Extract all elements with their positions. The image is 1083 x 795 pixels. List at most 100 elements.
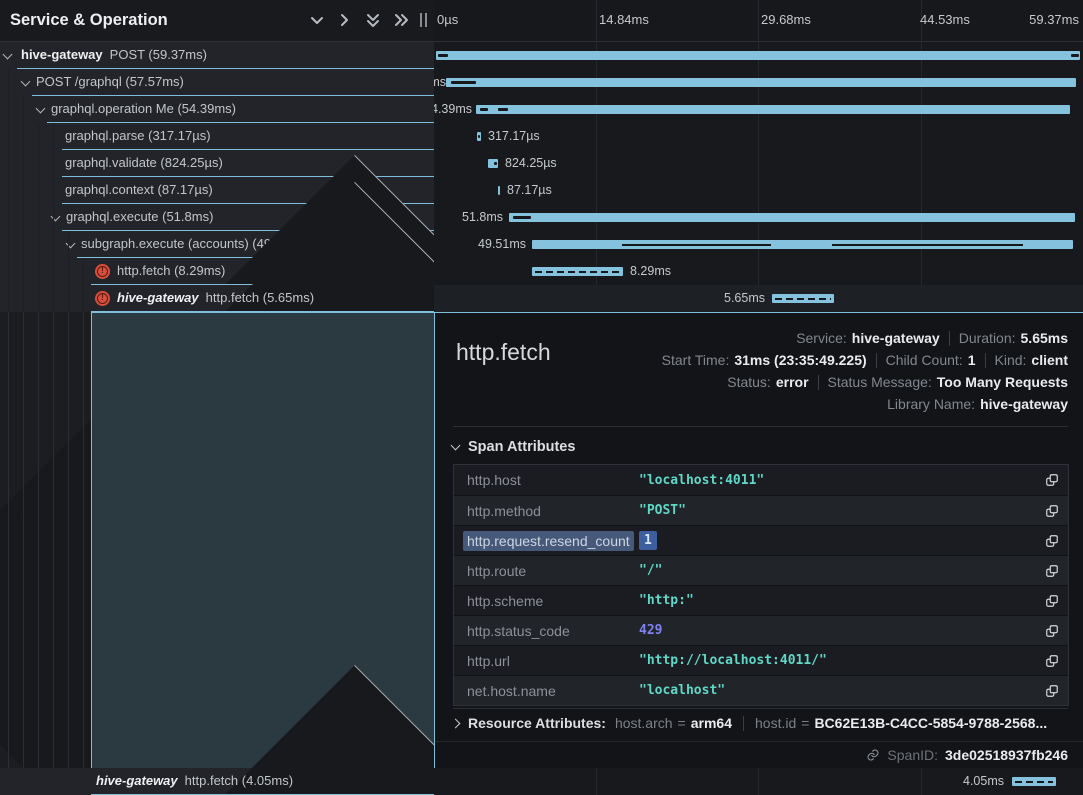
copy-icon[interactable] [1044,594,1059,609]
span-details-panel: http.fetch Service:hive-gateway Duration… [434,312,1083,768]
timeline-row[interactable]: 54.39ms [434,96,1083,123]
service-name: hive-gateway [21,47,103,62]
child-span-marks [535,271,620,273]
divider [743,716,744,731]
attribute-value: "http://localhost:4011/" [639,653,827,668]
attribute-value: 1 [639,531,657,550]
timeline-row[interactable] [434,42,1083,69]
indent-guide [83,258,84,312]
tree-row-http-fetch-565-selected[interactable]: ! hive-gatewayhttp.fetch (5.65ms) [0,285,434,312]
span-bar[interactable] [498,186,500,195]
tree-header-title: Service & Operation [10,11,168,30]
chevron-down-icon[interactable] [305,10,329,32]
copy-icon[interactable] [1044,564,1059,579]
attribute-value: "http:" [639,593,694,608]
attribute-key: http.host [467,472,639,488]
child-span-marks [1015,781,1053,783]
operation-label: graphql.operation Me (54.39ms) [51,96,236,122]
copy-icon[interactable] [1044,624,1059,639]
operation-label: graphql.context (87.17µs) [65,177,213,203]
attribute-key: http.scheme [467,593,639,609]
overview-line: Status:error Status Message:Too Many Req… [727,371,1068,393]
timeline-row[interactable]: 317.17µs [434,123,1083,150]
span-bar[interactable] [436,51,1080,60]
tree-row-graphql-parse[interactable]: graphql.parse (317.17µs) [0,123,434,150]
expand-all-icon[interactable] [389,10,413,32]
span-duration-label: 87.17µs [507,177,552,204]
chevron-right-icon[interactable] [332,10,356,32]
chevron-down-icon[interactable] [21,77,31,87]
tree-row-graphql-operation[interactable]: graphql.operation Me (54.39ms) [0,96,434,123]
field-label: Library Name: [887,396,975,412]
attribute-value: "localhost" [639,683,725,698]
indent-guide [83,312,84,795]
collapse-all-icon[interactable] [361,10,385,32]
divider [453,708,1068,709]
chevron-down-icon[interactable] [36,104,46,114]
attribute-key: http.method [467,503,639,519]
tree-row-post-graphql[interactable]: POST /graphql (57.57ms) [0,69,434,96]
tree-row-http-fetch-405[interactable]: hive-gatewayhttp.fetch (4.05ms) [0,768,434,795]
span-bar[interactable] [509,213,1075,222]
copy-icon[interactable] [1044,684,1059,699]
field-label: Child Count: [886,352,963,368]
timeline-row[interactable]: 51.8ms [434,204,1083,231]
copy-icon[interactable] [1044,473,1059,488]
timeline-row[interactable]: 8.29ms [434,258,1083,285]
timeline-panel: 0µs 14.84ms 29.68ms 44.53ms 59.37ms 57.5… [434,0,1083,795]
resource-key: host.arch [615,715,673,731]
attribute-row: net.host.name "localhost" [454,675,1068,705]
attribute-key: http.url [467,653,639,669]
indent-guide [53,312,54,795]
field-label: Start Time: [662,352,730,368]
span-overview: Service:hive-gateway Duration:5.65ms Sta… [662,327,1068,415]
operation-label: graphql.execute (51.8ms) [66,204,213,230]
timeline-row-selected[interactable]: 5.65ms [434,285,1083,312]
span-duration-label: 824.25µs [505,150,557,177]
timeline-row[interactable]: 824.25µs [434,150,1083,177]
timeline-row[interactable]: 49.51ms [434,231,1083,258]
span-duration-label: 51.8ms [462,204,503,231]
copy-icon[interactable] [1044,534,1059,549]
span-attributes-table: http.host "localhost:4011" http.method "… [453,464,1069,706]
span-self-time-mark [494,162,497,165]
copy-icon[interactable] [1044,504,1059,519]
resource-attributes-toggle[interactable]: Resource Attributes: host.arch = arm64 h… [452,715,1047,731]
indent-guide [8,312,9,795]
timeline-axis: 0µs 14.84ms 29.68ms 44.53ms 59.37ms [434,0,1083,42]
divider [985,353,986,368]
timeline-row[interactable]: 4.05ms [434,768,1083,795]
span-bar[interactable] [446,78,1076,87]
span-id-value: 3de02518937fb246 [945,747,1068,763]
link-icon[interactable] [866,748,880,762]
span-id-label: SpanID: [887,747,938,763]
indent-guide [23,96,24,312]
span-attributes-toggle[interactable]: Span Attributes [452,439,575,455]
span-duration-label: 8.29ms [630,258,671,285]
tree-row-hive-gateway-post[interactable]: hive-gatewayPOST (59.37ms) [0,42,434,69]
error-icon: ! [95,264,110,279]
span-self-time-mark [478,135,480,138]
resource-key: host.id [755,715,796,731]
timeline-row[interactable]: 87.17µs [434,177,1083,204]
span-duration-label: 49.51ms [478,231,526,258]
tree-header: Service & Operation [0,0,434,42]
resource-value: arm64 [691,715,732,731]
attribute-row: http.scheme "http:" [454,585,1068,615]
span-title: http.fetch [456,339,551,366]
chevron-down-icon[interactable] [3,50,13,60]
panel-splitter-handle[interactable] [420,13,427,27]
attribute-key: http.status_code [467,623,639,639]
attribute-row: http.status_code 429 [454,615,1068,645]
indent-guide [53,123,54,312]
child-span-mark [622,244,771,246]
indent-guide [68,312,69,795]
operation-label: graphql.validate (824.25µs) [65,150,223,176]
span-duration-label: 5.65ms [724,285,765,312]
span-bar[interactable] [476,105,1070,114]
copy-icon[interactable] [1044,654,1059,669]
attribute-key: http.route [467,563,639,579]
child-span-marks [775,298,831,300]
timeline-row[interactable]: 57.57ms [434,69,1083,96]
span-duration-label: 54.39ms [434,96,472,123]
